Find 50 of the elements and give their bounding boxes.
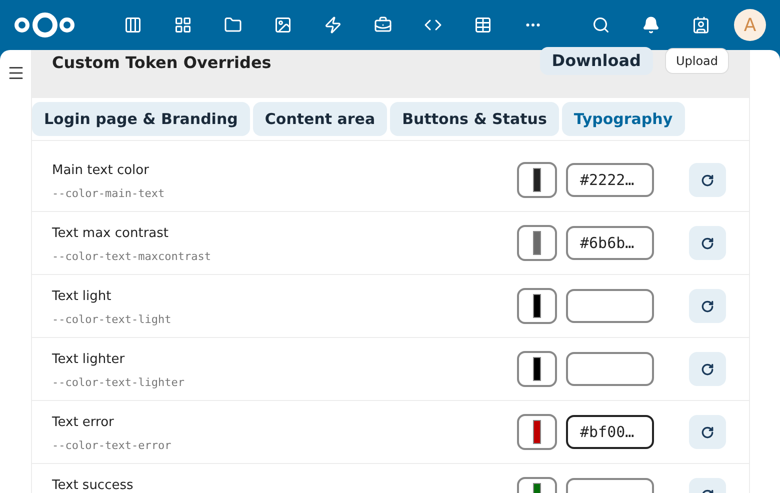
color-input-field[interactable]: #2222… bbox=[566, 163, 654, 197]
upload-button[interactable]: Upload bbox=[664, 48, 729, 74]
reset-button[interactable] bbox=[689, 289, 726, 323]
token-label: Text light bbox=[52, 288, 112, 306]
reset-icon bbox=[701, 362, 714, 376]
reset-button[interactable] bbox=[689, 415, 726, 449]
bell-icon[interactable] bbox=[642, 16, 660, 34]
lightning-icon[interactable] bbox=[324, 16, 342, 34]
token-label: Text max contrast bbox=[52, 225, 170, 243]
menu-icon[interactable] bbox=[6, 64, 24, 82]
section-title: Custom Token Overrides bbox=[52, 52, 272, 74]
tab[interactable]: Content area bbox=[252, 102, 388, 136]
tab[interactable]: Typography bbox=[562, 102, 685, 136]
reset-icon bbox=[701, 426, 714, 438]
search-icon[interactable] bbox=[592, 16, 610, 34]
token-variable: --color-text-maxcontrast bbox=[52, 248, 212, 264]
color-input-field[interactable] bbox=[566, 289, 654, 323]
reset-button[interactable] bbox=[689, 163, 726, 197]
columns-icon[interactable] bbox=[124, 16, 142, 34]
token-variable: --color-text-light bbox=[52, 312, 172, 328]
reset-icon bbox=[701, 300, 714, 312]
grid-icon[interactable] bbox=[174, 16, 192, 34]
tab[interactable]: Login page & Branding bbox=[32, 102, 250, 136]
token-variable: --color-main-text bbox=[52, 186, 166, 202]
color-swatch-button[interactable] bbox=[517, 351, 557, 387]
image-icon[interactable] bbox=[274, 16, 292, 34]
reset-button[interactable] bbox=[689, 352, 726, 386]
color-input-field[interactable]: #bf00… bbox=[566, 415, 654, 449]
download-button[interactable]: Download bbox=[540, 47, 653, 75]
logo-icon[interactable] bbox=[14, 11, 76, 39]
token-variable: --color-text-error bbox=[52, 438, 172, 454]
color-input-field[interactable]: #6b6b… bbox=[566, 226, 654, 260]
folder-icon[interactable] bbox=[224, 16, 242, 34]
reset-icon bbox=[701, 174, 714, 186]
token-label: Text success bbox=[52, 477, 134, 493]
table-icon[interactable] bbox=[474, 16, 492, 34]
token-label: Main text color bbox=[52, 162, 150, 180]
color-swatch-button[interactable] bbox=[517, 414, 557, 450]
reset-icon bbox=[701, 236, 714, 250]
color-swatch-button[interactable] bbox=[517, 225, 557, 261]
contacts-icon[interactable] bbox=[692, 16, 710, 34]
tab[interactable]: Buttons & Status bbox=[390, 102, 559, 136]
token-label: Text error bbox=[52, 414, 115, 432]
reset-button[interactable] bbox=[689, 226, 726, 260]
token-label: Text lighter bbox=[52, 351, 126, 369]
color-swatch-button[interactable] bbox=[517, 162, 557, 198]
suitcase-icon[interactable] bbox=[374, 16, 392, 34]
color-input-field[interactable] bbox=[566, 352, 654, 386]
color-swatch-button[interactable] bbox=[517, 288, 557, 324]
token-variable: --color-text-lighter bbox=[52, 374, 186, 390]
